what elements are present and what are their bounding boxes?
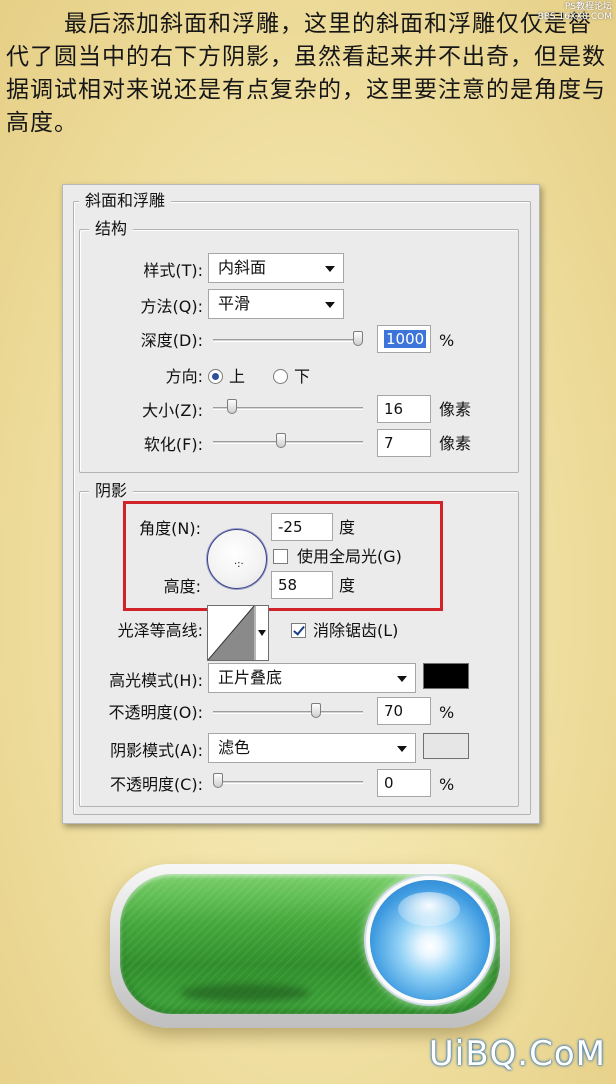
- depth-unit: %: [439, 331, 455, 350]
- highlight-color-swatch[interactable]: [423, 663, 469, 689]
- soften-slider-track[interactable]: [213, 441, 363, 444]
- size-value: 16: [384, 400, 404, 418]
- soften-unit: 像素: [439, 434, 472, 453]
- direction-up-label: 上: [229, 367, 246, 386]
- highlight-opacity-label: 不透明度(O):: [108, 703, 203, 722]
- dialog-title: 斜面和浮雕: [79, 191, 172, 211]
- highlight-opacity-input[interactable]: 70: [377, 697, 431, 725]
- inner-shadow: [180, 984, 310, 1002]
- gloss-contour-picker[interactable]: [207, 605, 269, 661]
- anti-aliased-label: 消除锯齿(L): [313, 621, 399, 640]
- style-select[interactable]: 内斜面: [208, 253, 344, 283]
- style-value: 内斜面: [218, 258, 267, 277]
- site-brand-logo: UiBQ.CoM: [428, 1034, 606, 1074]
- intro-paragraph: 最后添加斜面和浮雕，这里的斜面和浮雕仅仅是替代了圆当中的右下方阴影，虽然看起来并…: [6, 11, 606, 136]
- shadow-opacity-unit: %: [439, 775, 455, 794]
- highlight-mode-label: 高光模式(H):: [109, 671, 203, 690]
- shadow-opacity-track[interactable]: [213, 781, 363, 784]
- contour-curve-icon: [207, 605, 266, 661]
- highlight-opacity-unit: %: [439, 703, 455, 722]
- structure-legend: 结构: [89, 219, 134, 239]
- soften-slider-thumb[interactable]: [276, 433, 286, 448]
- soften-value: 7: [384, 434, 394, 452]
- direction-down-label: 下: [294, 367, 311, 386]
- size-label: 大小(Z):: [142, 401, 203, 420]
- direction-down-radio[interactable]: [273, 369, 288, 384]
- shadow-opacity-input[interactable]: 0: [377, 769, 431, 797]
- depth-value: 1000: [384, 330, 427, 348]
- soften-input[interactable]: 7: [377, 429, 431, 457]
- shadow-opacity-label: 不透明度(C):: [109, 775, 203, 794]
- chevron-down-icon: [325, 302, 335, 308]
- soften-label: 软化(F):: [143, 435, 203, 454]
- depth-input[interactable]: 1000: [377, 325, 431, 353]
- shadow-color-swatch[interactable]: [423, 733, 469, 759]
- highlight-mode-select[interactable]: 正片叠底: [208, 663, 416, 693]
- technique-value: 平滑: [218, 294, 251, 313]
- shadow-mode-value: 滤色: [218, 738, 251, 757]
- anti-aliased-checkbox[interactable]: [291, 623, 306, 638]
- technique-label: 方法(Q):: [140, 297, 203, 316]
- highlight-opacity-thumb[interactable]: [311, 703, 321, 718]
- shadow-opacity-thumb[interactable]: [213, 773, 223, 788]
- direction-label: 方向:: [165, 367, 203, 386]
- chevron-down-icon: [397, 676, 407, 682]
- highlight-mode-value: 正片叠底: [218, 668, 283, 687]
- highlight-opacity-value: 70: [384, 702, 404, 720]
- chevron-down-icon: [325, 266, 335, 272]
- depth-label: 深度(D):: [140, 331, 203, 350]
- orb-highlight: [398, 892, 460, 926]
- chevron-down-icon: [397, 746, 407, 752]
- size-slider-thumb[interactable]: [227, 399, 237, 414]
- direction-up-radio[interactable]: [208, 369, 223, 384]
- gloss-contour-label: 光泽等高线:: [117, 621, 203, 640]
- shading-legend: 阴影: [89, 481, 134, 501]
- style-label: 样式(T):: [143, 261, 203, 280]
- shadow-mode-select[interactable]: 滤色: [208, 733, 416, 763]
- shadow-opacity-value: 0: [384, 774, 394, 792]
- size-input[interactable]: 16: [377, 395, 431, 423]
- watermark: PS教程论坛 BBS.16XX8.COM: [537, 2, 612, 22]
- depth-slider-track[interactable]: [213, 339, 363, 342]
- technique-select[interactable]: 平滑: [208, 289, 344, 319]
- shadow-mode-label: 阴影模式(A):: [110, 741, 203, 760]
- highlight-opacity-track[interactable]: [213, 711, 363, 714]
- bevel-emboss-dialog: 斜面和浮雕 结构 样式(T): 内斜面 方法(Q): 平滑 深度(D): 100…: [62, 184, 540, 824]
- highlight-box: [123, 501, 443, 611]
- size-unit: 像素: [439, 400, 472, 419]
- depth-slider-thumb[interactable]: [353, 331, 363, 346]
